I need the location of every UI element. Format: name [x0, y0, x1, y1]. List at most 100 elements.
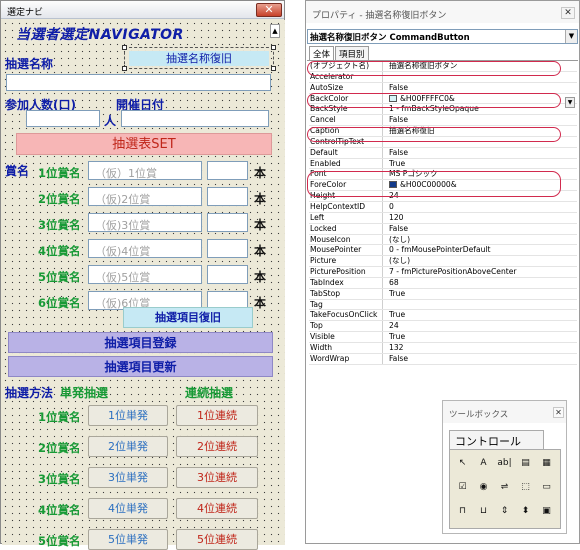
property-name: Picture	[310, 256, 383, 267]
resize-handle[interactable]	[271, 66, 276, 71]
prize-count-input[interactable]	[207, 265, 248, 284]
object-select[interactable]: 抽選名称復旧ボタン CommandButton ▼	[307, 29, 578, 44]
property-row[interactable]: MouseIcon (なし)	[309, 234, 577, 246]
tab-controls[interactable]: コントロール	[449, 430, 544, 449]
prize-row-label: 3位賞名	[38, 218, 81, 232]
property-row[interactable]: AutoSize False	[309, 82, 577, 94]
property-row[interactable]: Cancel False	[309, 115, 577, 127]
option-button-icon[interactable]: ◉	[475, 480, 492, 495]
set-table-button[interactable]: 抽選表SET	[16, 133, 272, 155]
property-value[interactable]: False	[389, 224, 575, 234]
property-value[interactable]: True	[389, 289, 575, 299]
property-row[interactable]: Tag	[309, 299, 577, 311]
property-row[interactable]: Picture (なし)	[309, 256, 577, 268]
date-input[interactable]	[121, 110, 269, 127]
property-row[interactable]: Locked False	[309, 223, 577, 235]
participants-input[interactable]	[26, 110, 100, 127]
property-value[interactable]: True	[389, 310, 575, 320]
property-value[interactable]: False	[389, 354, 575, 364]
frame-icon[interactable]: ⬚	[517, 480, 534, 495]
property-row[interactable]: TabStop True	[309, 288, 577, 300]
continuous-draw-button[interactable]: 4位連続	[176, 498, 258, 519]
property-value[interactable]: False	[389, 148, 575, 158]
property-value[interactable]: True	[389, 332, 575, 342]
resize-handle[interactable]	[271, 45, 276, 50]
property-row[interactable]: Default False	[309, 147, 577, 159]
combobox-icon[interactable]: ▤	[517, 456, 534, 471]
prize-count-input[interactable]	[207, 239, 248, 258]
listbox-icon[interactable]: ▦	[538, 456, 555, 471]
prize-row-label: 1位賞名	[38, 166, 81, 180]
property-value[interactable]: 0	[389, 202, 575, 212]
property-row[interactable]: Enabled True	[309, 158, 577, 170]
property-row[interactable]: Visible True	[309, 332, 577, 343]
property-value[interactable]: False	[389, 83, 575, 93]
prize-name-input[interactable]: （仮）1位賞	[88, 161, 202, 180]
backcolor-dropdown-icon[interactable]: ▼	[565, 97, 575, 108]
resize-handle[interactable]	[122, 66, 127, 71]
prize-name-input[interactable]: （仮)5位賞	[88, 265, 202, 284]
property-row[interactable]: TakeFocusOnClick True	[309, 310, 577, 322]
property-row[interactable]: MousePointer 0 - fmMousePointerDefault	[309, 245, 577, 257]
textbox-icon[interactable]: ab|	[496, 456, 513, 471]
property-row[interactable]: HelpContextID 0	[309, 201, 577, 213]
spinbutton-icon[interactable]: ⬍	[517, 504, 534, 519]
tabstrip-icon[interactable]: ⊓	[454, 504, 471, 519]
single-draw-button[interactable]: 1位単発	[88, 405, 168, 426]
property-row[interactable]: WordWrap False	[309, 353, 577, 365]
property-value-text: 24	[389, 321, 399, 331]
property-row[interactable]: Left 120	[309, 212, 577, 224]
close-button[interactable]: ✕	[256, 3, 282, 17]
toolbox-close-button[interactable]: ✕	[553, 407, 564, 418]
resize-handle[interactable]	[122, 45, 127, 50]
multipage-icon[interactable]: ⊔	[475, 504, 492, 519]
continuous-draw-button[interactable]: 1位連続	[176, 405, 258, 426]
tab-by-category[interactable]: 項目別	[335, 46, 369, 60]
property-value[interactable]: 68	[389, 278, 575, 288]
property-value[interactable]: False	[389, 115, 575, 125]
property-value[interactable]: 7 - fmPicturePositionAboveCenter	[389, 267, 575, 277]
property-value[interactable]: (なし)	[389, 235, 575, 245]
label-icon[interactable]: A	[475, 456, 492, 471]
prize-count-input[interactable]	[207, 213, 248, 232]
checkbox-icon[interactable]: ☑	[454, 480, 471, 495]
toggle-button-icon[interactable]: ⇌	[496, 480, 513, 495]
prize-name-input[interactable]: （仮)3位賞	[88, 213, 202, 232]
property-row[interactable]: PicturePosition 7 - fmPicturePositionAbov…	[309, 267, 577, 278]
single-draw-button[interactable]: 2位単発	[88, 436, 168, 457]
continuous-draw-button[interactable]: 3位連続	[176, 467, 258, 488]
prize-name-input[interactable]: （仮)2位賞	[88, 187, 202, 206]
property-name: Top	[310, 321, 383, 332]
tab-all[interactable]: 全体	[309, 46, 335, 60]
property-value[interactable]	[389, 300, 575, 310]
chevron-down-icon[interactable]: ▼	[565, 30, 577, 43]
scrollbar-icon[interactable]: ⇕	[496, 504, 513, 519]
restore-name-button[interactable]: 抽選名称復旧	[129, 51, 269, 66]
prize-name-input[interactable]: （仮)4位賞	[88, 239, 202, 258]
property-row[interactable]: Top 24	[309, 321, 577, 333]
property-value[interactable]: 120	[389, 213, 575, 223]
prize-count-input[interactable]	[207, 187, 248, 206]
command-button-icon[interactable]: ▭	[538, 480, 555, 495]
property-value[interactable]: 0 - fmMousePointerDefault	[389, 245, 575, 255]
property-row[interactable]: TabIndex 68	[309, 277, 577, 289]
restore-items-button[interactable]: 抽選項目復旧	[123, 307, 253, 328]
prize-count-input[interactable]	[207, 161, 248, 180]
continuous-draw-button[interactable]: 2位連続	[176, 436, 258, 457]
continuous-draw-button[interactable]: 5位連続	[176, 529, 258, 550]
property-row[interactable]: Width 132	[309, 342, 577, 354]
properties-close-button[interactable]: ✕	[561, 7, 575, 19]
property-value[interactable]: True	[389, 159, 575, 169]
property-value[interactable]: 24	[389, 321, 575, 331]
single-draw-button[interactable]: 3位単発	[88, 467, 168, 488]
property-value[interactable]: 132	[389, 343, 575, 353]
property-value[interactable]: (なし)	[389, 256, 575, 266]
update-items-button[interactable]: 抽選項目更新	[8, 356, 273, 377]
single-draw-button[interactable]: 5位単発	[88, 529, 168, 550]
select-pointer-icon[interactable]: ↖	[454, 456, 471, 471]
image-icon[interactable]: ▣	[538, 504, 555, 519]
single-draw-button[interactable]: 4位単発	[88, 498, 168, 519]
scroll-up-icon[interactable]: ▲	[270, 24, 280, 38]
register-items-button[interactable]: 抽選項目登録	[8, 332, 273, 353]
lottery-name-input[interactable]	[6, 74, 271, 91]
